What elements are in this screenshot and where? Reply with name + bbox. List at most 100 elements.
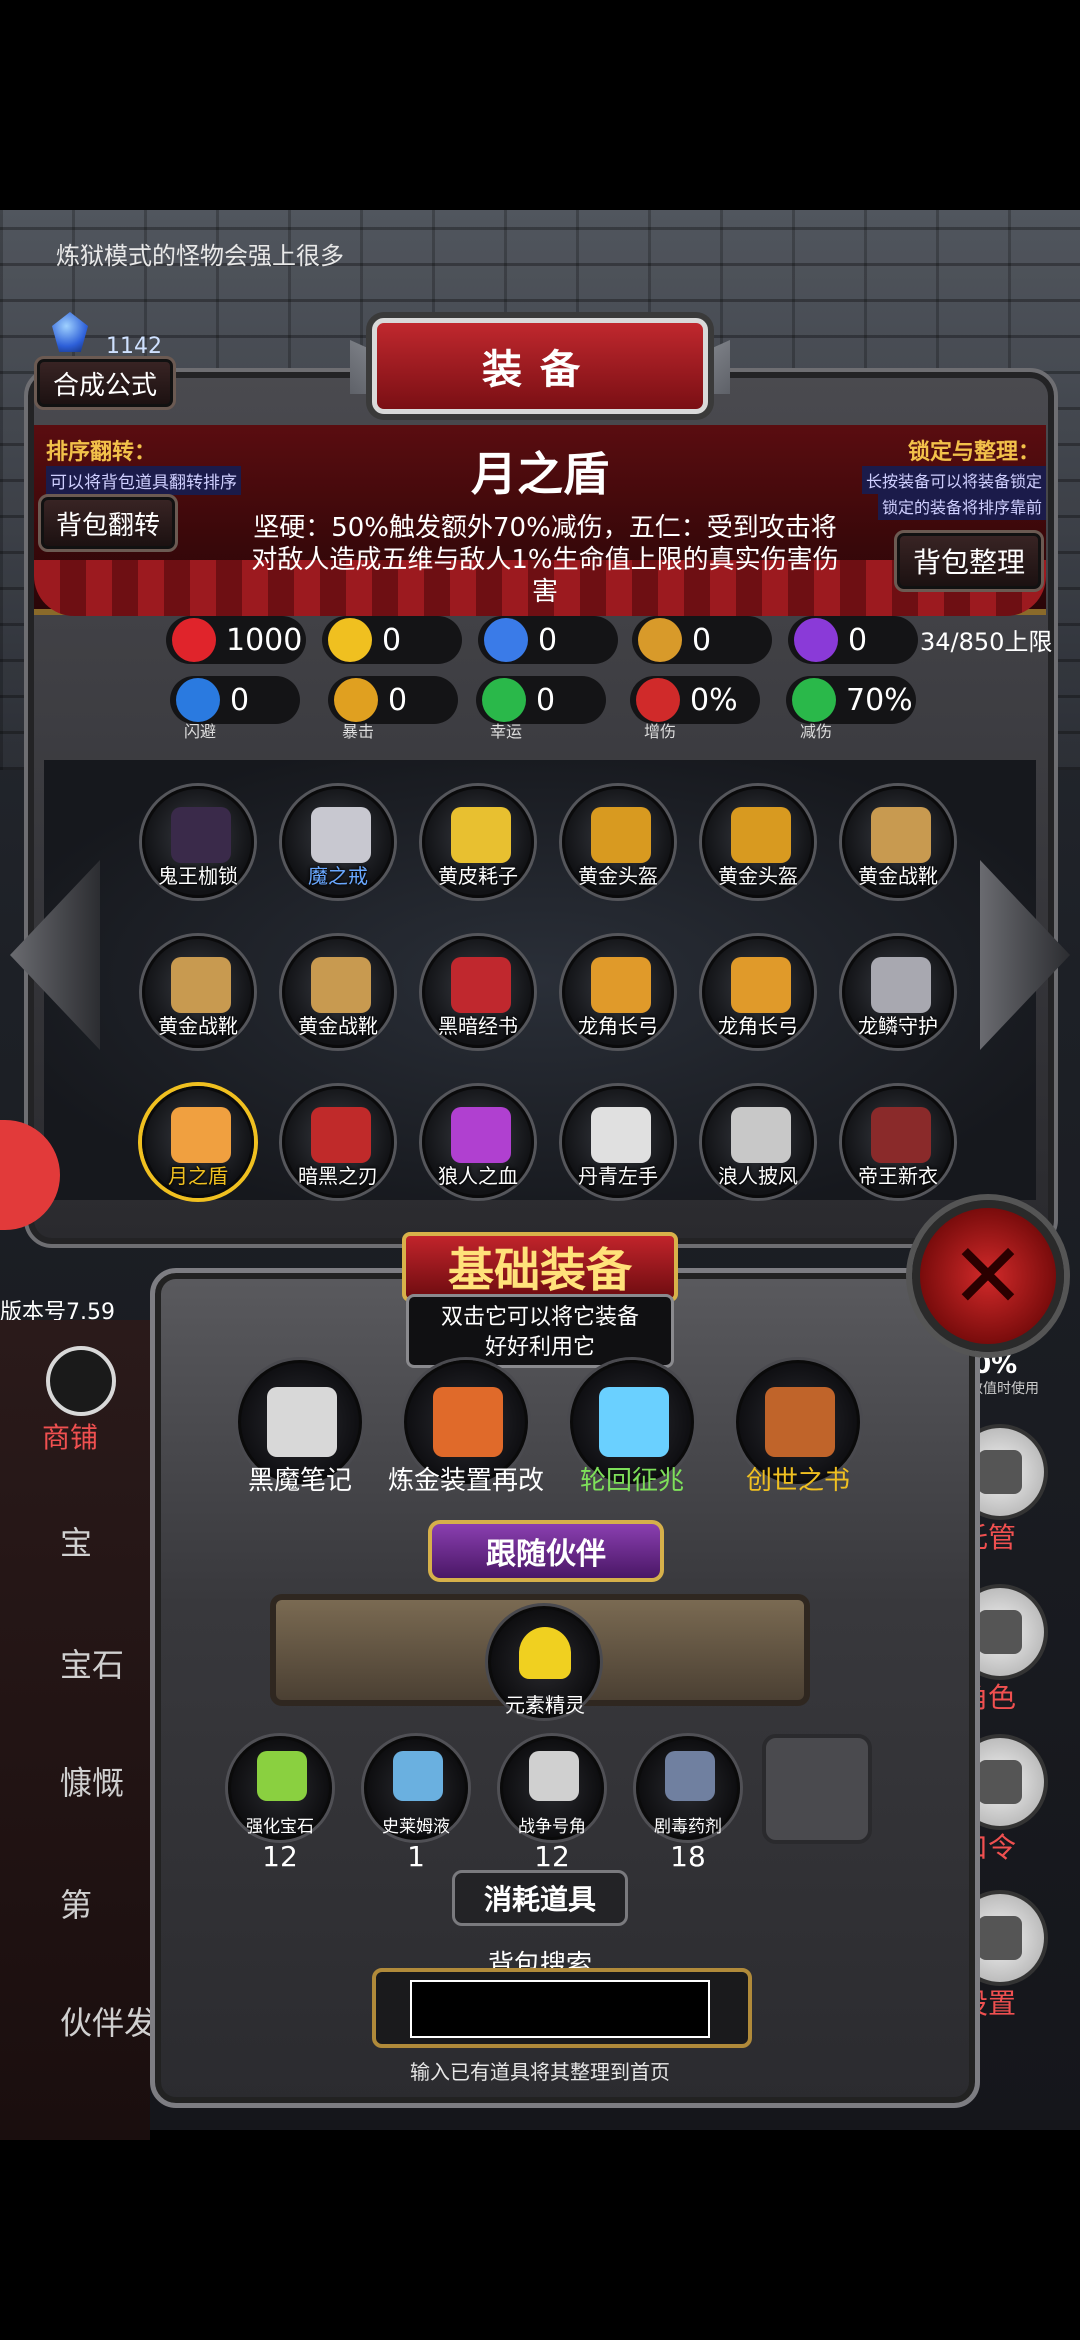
equipment-icon: [871, 1107, 931, 1163]
formula-button[interactable]: 合成公式: [34, 356, 176, 410]
basic-equipment-subtitle: 双击它可以将它装备 好好利用它: [406, 1294, 674, 1368]
character-icon: [978, 1610, 1022, 1654]
shop-label: 商铺: [42, 1421, 99, 1454]
equipment-icon: [731, 957, 791, 1013]
dice-icon: [978, 1450, 1022, 1494]
basic-equipment-icon: [599, 1387, 669, 1457]
equipment-label: 月之盾: [168, 1164, 228, 1188]
equipment-label: 黄金战靴: [858, 864, 938, 888]
consumable-icon: [393, 1751, 443, 1801]
equipment-label: 龙角长弓: [578, 1014, 658, 1038]
stat-label: 暴击: [342, 722, 375, 741]
consumable-icon: [665, 1751, 715, 1801]
sword-icon: [638, 618, 682, 662]
consumable-count: 1: [407, 1840, 425, 1873]
stat-armor: 0: [478, 616, 618, 664]
equipment-icon: [451, 957, 511, 1013]
consumable-icon: [529, 1751, 579, 1801]
equipment-label: 浪人披风: [718, 1164, 798, 1188]
stat-label: 减伤: [800, 722, 833, 741]
equipment-label: 狼人之血: [438, 1164, 518, 1188]
stat-damage-reduce: 70%: [786, 676, 916, 724]
equipment-icon: [871, 807, 931, 863]
shop-icon: [46, 1346, 116, 1416]
stat-strength: 0: [322, 616, 462, 664]
equipment-icon: [731, 1107, 791, 1163]
companion-slot[interactable]: 元素精灵: [488, 1606, 600, 1718]
left-row-1: 宝: [60, 1524, 93, 1562]
consumable-count: 12: [534, 1840, 570, 1873]
magic-icon: [794, 618, 838, 662]
stat-damage-boost: 0%: [630, 676, 760, 724]
consumable-name: 强化宝石: [246, 1817, 314, 1837]
elemental-spirit-icon: [519, 1627, 571, 1679]
item-description: 坚硬：50%触发额外70%减伤，五仁：受到攻击将对敌人造成五维与敌人1%生命值上…: [251, 513, 839, 607]
stat-sword: 0: [632, 616, 772, 664]
equipment-label: 龙鳞守护: [858, 1014, 938, 1038]
basic-equipment-title: 基础装备: [402, 1232, 678, 1302]
stat-dodge: 0: [170, 676, 300, 724]
stat-value: 0%: [690, 682, 738, 718]
consumable-name: 史莱姆液: [382, 1817, 450, 1837]
stat-value: 1000: [226, 622, 303, 658]
stat-value: 70%: [846, 682, 913, 718]
dodge-icon: [176, 678, 220, 722]
capacity-text: 34/850上限: [920, 628, 1053, 656]
stat-label: 增伤: [644, 722, 677, 741]
stat-value: 0: [388, 682, 408, 718]
crit-icon: [334, 678, 378, 722]
heart-icon: [172, 618, 216, 662]
code-icon: [978, 1760, 1022, 1804]
basic-equipment-icon: [765, 1387, 835, 1457]
empty-consumable-slot[interactable]: [762, 1734, 872, 1844]
equipment-label: 鬼王枷锁: [158, 864, 238, 888]
equipment-label: 黑暗经书: [438, 1014, 518, 1038]
equipment-icon: [311, 1107, 371, 1163]
luck-icon: [482, 678, 526, 722]
companion-name: 元素精灵: [505, 1693, 585, 1717]
close-button[interactable]: ✕: [912, 1200, 1064, 1352]
equipment-icon: [731, 807, 791, 863]
equipment-label: 魔之戒: [308, 864, 368, 888]
equipment-label: 帝王新衣: [858, 1164, 938, 1188]
basic-equipment-icon: [433, 1387, 503, 1457]
consumable-count: 12: [262, 1840, 298, 1873]
damage-reduce-icon: [792, 678, 836, 722]
window-title: 装备: [372, 318, 708, 414]
equipment-icon: [871, 957, 931, 1013]
left-row-4: 第: [60, 1886, 93, 1924]
stat-label: 闪避: [184, 722, 217, 741]
stat-value: 0: [382, 622, 402, 658]
equipment-label: 黄金战靴: [298, 1014, 378, 1038]
search-hint: 输入已有道具将其整理到首页: [410, 2060, 670, 2084]
basic-sub-line2: 好好利用它: [484, 1335, 595, 1360]
equipment-label: 龙角长弓: [718, 1014, 798, 1038]
item-name: 月之盾: [471, 447, 609, 501]
equipment-label: 黄金头盔: [578, 864, 658, 888]
damage-boost-icon: [636, 678, 680, 722]
stat-value: 0: [536, 682, 556, 718]
equipment-icon: [311, 957, 371, 1013]
stat-luck: 0: [476, 676, 606, 724]
consumable-icon: [257, 1751, 307, 1801]
equipment-label: 丹青左手: [578, 1164, 658, 1188]
left-row-3: 慷慨: [60, 1764, 125, 1802]
stat-value: 0: [538, 622, 558, 658]
left-row-2: 宝石: [60, 1646, 125, 1684]
equipment-label: 黄金头盔: [718, 864, 798, 888]
basic-equipment-icon: [267, 1387, 337, 1457]
equipment-label: 黄金战靴: [158, 1014, 238, 1038]
shop-button[interactable]: 商铺: [28, 1346, 140, 1466]
stat-heart: 1000: [166, 616, 306, 664]
organize-bag-button[interactable]: 背包整理: [894, 530, 1044, 592]
hint-text: 炼狱模式的怪物会强上很多: [56, 242, 344, 270]
search-input[interactable]: [410, 1980, 710, 2038]
strength-icon: [328, 618, 372, 662]
companion-title: 跟随伙伴: [428, 1520, 664, 1582]
equipment-icon: [591, 807, 651, 863]
consumable-count: 18: [670, 1840, 706, 1873]
equipment-label: 暗黑之刃: [298, 1164, 378, 1188]
equipment-icon: [311, 807, 371, 863]
stat-value: 0: [848, 622, 868, 658]
basic-equipment-label: 创世之书: [745, 1466, 850, 1496]
